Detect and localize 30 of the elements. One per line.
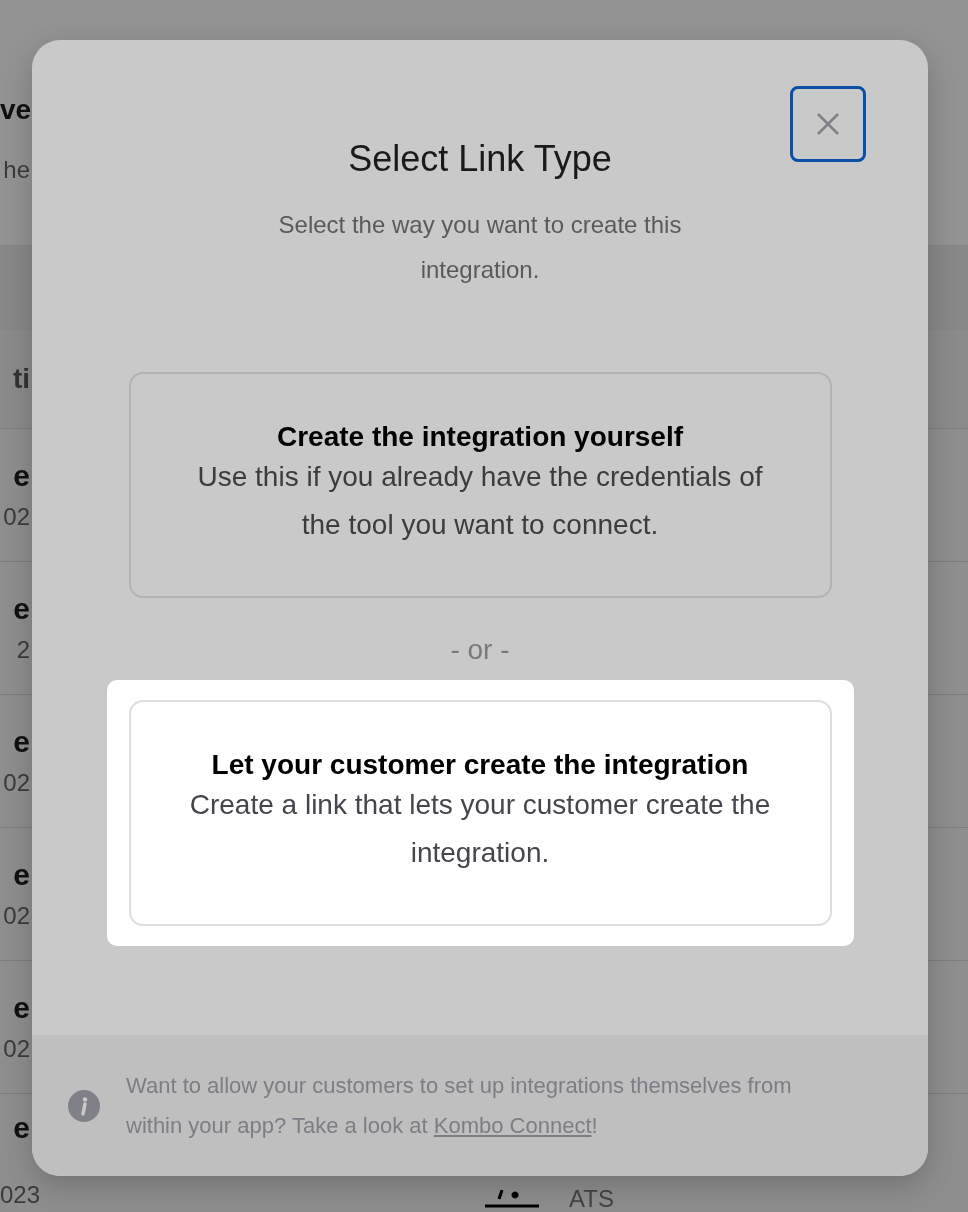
option-title: Let your customer create the integration [211,749,749,781]
row-date: 02 [2,769,30,797]
option-card[interactable]: Create the integration yourself Use this if you already have the credentials of the tool you want to connect. [128,372,832,598]
option-description: Create a link that lets your customer create the integration. [188,788,772,870]
row-date: 023 [0,1181,42,1209]
category-label: ATS [569,1185,614,1212]
dialog-subtitle: Select the way you want to create this integration. [277,210,683,285]
row-date: 02 [2,902,30,930]
option-title: Create the integration yourself [276,421,684,453]
row-name: e [12,991,30,1025]
page-title: ve [0,94,30,126]
close-button[interactable] [790,86,866,162]
separator-text: - or - [450,634,510,666]
page-subtitle: he [2,156,30,184]
table-header: ti [11,363,30,395]
row-date: 2 [15,636,30,664]
logo-icon [485,1190,539,1208]
row-name: e [12,725,30,759]
row-date: 02 [2,1035,30,1063]
row-name: e [12,592,30,626]
dialog-title: Select Link Type [348,138,612,180]
row-name: e [12,1111,30,1145]
row-date: 02 [2,503,30,531]
row-name: e [12,858,30,892]
row-name: e [12,459,30,493]
option-description: Use this if you already have the credentials of the tool you want to connect. [196,460,764,542]
option-card[interactable]: Let your customer create the integration Create a link that lets your customer create the integration. [128,700,832,926]
close-icon [817,113,839,135]
info-icon [68,1089,100,1122]
info-text: Want to allow your customers to set up integrations themselves from within your app? Take a look at Kombo Connect! [126,1071,793,1140]
